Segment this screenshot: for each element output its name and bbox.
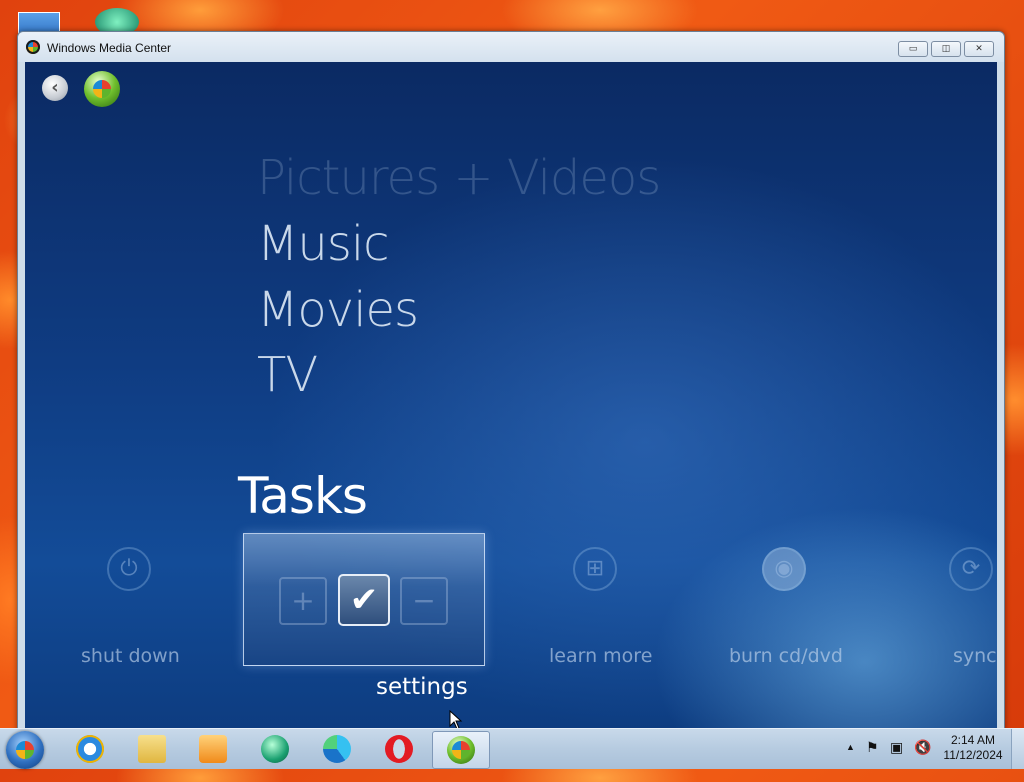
mouse-cursor-icon	[449, 710, 463, 730]
title-bar[interactable]: Windows Media Center ▭ ◫ ✕	[18, 32, 1004, 62]
menu-item-movies[interactable]: Movies	[257, 282, 419, 338]
taskbar-explorer-button[interactable]	[124, 731, 180, 767]
back-arrow-icon[interactable]: ‹	[42, 75, 68, 101]
show-hidden-icons-icon[interactable]: ▲	[846, 742, 855, 782]
edge-icon	[323, 735, 351, 763]
tile-burn-cd-dvd[interactable]: burn cd/dvd	[729, 645, 843, 667]
checkmark-icon: ✔	[338, 574, 390, 626]
windows-flag-icon	[452, 741, 470, 759]
section-title-tasks: Tasks	[238, 467, 368, 525]
tile-shut-down[interactable]: shut down	[81, 645, 180, 667]
green-globe-icon	[261, 735, 289, 763]
network-icon[interactable]: ▣	[890, 739, 903, 779]
tile-learn-more[interactable]: learn more	[549, 645, 652, 667]
tile-settings-label: settings	[376, 674, 468, 700]
window-title: Windows Media Center	[47, 41, 172, 55]
taskbar-edge-button[interactable]	[309, 731, 365, 767]
windows-flag-icon	[93, 80, 111, 98]
taskbar-green-app-button[interactable]	[247, 731, 303, 767]
close-button[interactable]: ✕	[964, 41, 994, 57]
taskbar: ▲ ⚑ ▣ 🔇 2:14 AM 11/12/2024	[0, 728, 1024, 769]
taskbar-media-center-button[interactable]	[432, 731, 490, 769]
disc-icon[interactable]: ◉	[762, 547, 806, 591]
windows-logo-icon[interactable]: ⊞	[573, 547, 617, 591]
menu-item-pictures-videos[interactable]: Pictures + Videos	[257, 150, 661, 206]
ie-icon	[76, 735, 104, 763]
minimize-button[interactable]: ▭	[898, 41, 928, 57]
media-player-icon	[199, 735, 227, 763]
taskbar-opera-button[interactable]	[371, 731, 427, 767]
clock[interactable]: 2:14 AM 11/12/2024	[940, 733, 1006, 763]
power-icon[interactable]: ⏻	[107, 547, 151, 591]
menu-item-music[interactable]: Music	[257, 216, 390, 272]
action-center-flag-icon[interactable]: ⚑	[866, 739, 879, 779]
folder-icon	[138, 735, 166, 763]
taskbar-ie-button[interactable]	[62, 731, 118, 767]
windows-flag-icon	[16, 741, 34, 759]
tile-sync[interactable]: sync	[953, 645, 997, 667]
sync-icon[interactable]: ⟳	[949, 547, 993, 591]
media-center-content: ‹ Pictures + Videos Music Movies TV Task…	[25, 62, 997, 730]
volume-muted-icon[interactable]: 🔇	[914, 739, 931, 779]
show-desktop-button[interactable]	[1011, 729, 1024, 769]
clock-date: 11/12/2024	[943, 748, 1003, 762]
maximize-button[interactable]: ◫	[931, 41, 961, 57]
media-center-window: Windows Media Center ▭ ◫ ✕ ‹ Pictures + …	[17, 31, 1005, 732]
clock-time: 2:14 AM	[950, 733, 996, 747]
media-center-icon	[447, 736, 475, 764]
settings-tile[interactable]: + ✔ −	[243, 533, 485, 666]
plus-icon: +	[279, 577, 327, 625]
menu-item-tv[interactable]: TV	[257, 347, 318, 403]
taskbar-media-player-button[interactable]	[185, 731, 241, 767]
start-button-icon[interactable]	[84, 71, 120, 107]
minus-icon: −	[400, 577, 448, 625]
opera-icon	[385, 735, 413, 763]
media-center-icon	[26, 40, 40, 54]
start-button[interactable]	[6, 731, 44, 769]
